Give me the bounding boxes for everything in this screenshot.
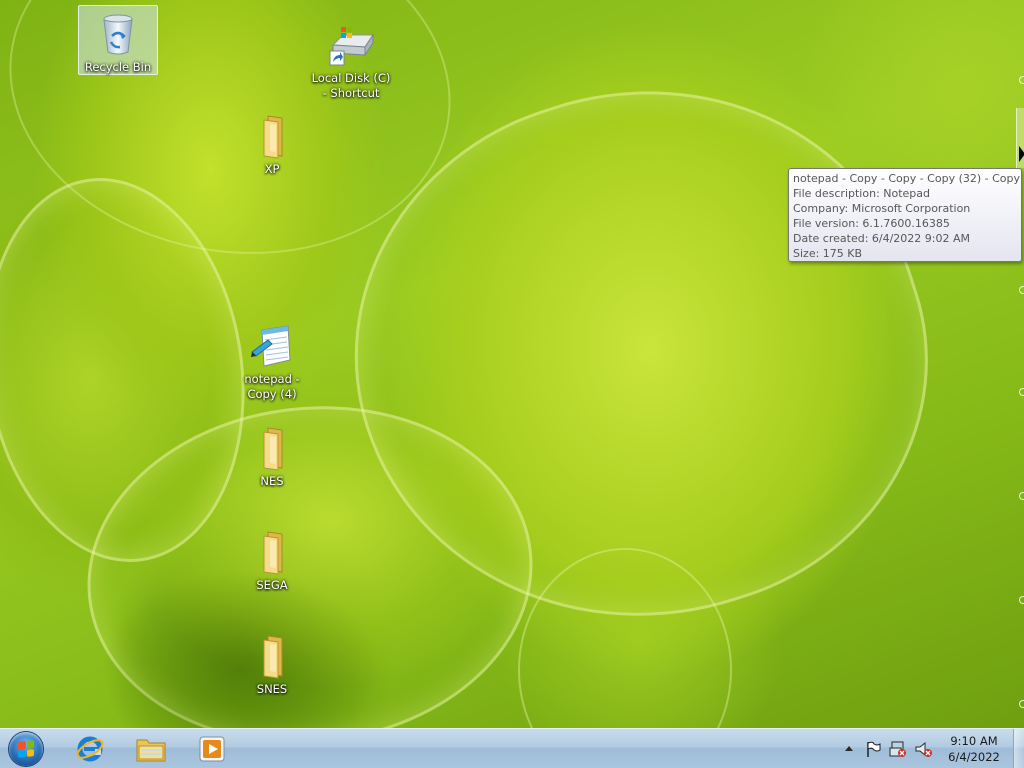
desktop-icon-label: SNES [256, 682, 288, 696]
action-center-flag-icon [867, 741, 881, 757]
desktop-icon-nes-folder[interactable]: NES [232, 420, 312, 489]
desktop-icon-label: NES [260, 474, 284, 488]
show-hidden-icons-button[interactable] [842, 741, 856, 755]
chevron-up-icon [845, 745, 853, 751]
network-icon [889, 741, 906, 757]
desktop-icon-local-disk-shortcut[interactable]: Local Disk (C) - Shortcut [311, 17, 391, 101]
system-clock[interactable]: 9:10 AM 6/4/2022 [944, 733, 1004, 765]
drive-shortcut-icon [327, 21, 375, 69]
network-button[interactable] [888, 740, 908, 758]
mouse-cursor [1019, 146, 1024, 162]
recycle-bin-icon [94, 10, 142, 58]
desktop-icon-notepad-copy[interactable]: notepad - Copy (4) [232, 318, 312, 402]
internet-explorer-icon [76, 736, 104, 762]
offscreen-icon-edge[interactable] [1019, 700, 1024, 708]
desktop-icon-label: XP [264, 162, 280, 176]
offscreen-icon-edge[interactable] [1019, 388, 1024, 396]
tooltip-file-name: notepad - Copy - Copy - Copy (32) - Copy [793, 172, 1021, 185]
desktop-icon-label: Local Disk (C) - Shortcut [311, 71, 391, 100]
desktop-icon-label: SEGA [256, 578, 288, 592]
volume-button[interactable] [914, 740, 934, 758]
media-player-icon [199, 736, 225, 762]
folder-icon [248, 632, 296, 680]
taskbar-internet-explorer[interactable] [63, 731, 117, 767]
notepad-icon [248, 322, 296, 370]
desktop-icon-snes-folder[interactable]: SNES [232, 628, 312, 697]
file-info-tooltip: notepad - Copy - Copy - Copy (32) - Copy… [788, 168, 1022, 262]
desktop-icon-recycle-bin[interactable]: Recycle Bin [78, 5, 158, 75]
tooltip-file-description: File description: Notepad [793, 187, 931, 200]
offscreen-icon-edge[interactable] [1019, 286, 1024, 294]
folder-icon [248, 424, 296, 472]
desktop-icon-label: Recycle Bin [84, 60, 152, 74]
clock-date: 6/4/2022 [948, 750, 1000, 764]
tooltip-company: Company: Microsoft Corporation [793, 202, 971, 215]
offscreen-icon-edge[interactable] [1019, 76, 1024, 84]
desktop-icon-label: notepad - Copy (4) [244, 372, 300, 401]
volume-muted-icon [915, 741, 932, 757]
offscreen-icon-edge[interactable] [1019, 596, 1024, 604]
taskbar: 9:10 AM 6/4/2022 [0, 728, 1024, 768]
tooltip-file-version: File version: 6.1.7600.16385 [793, 217, 950, 230]
desktop-icon-sega-folder[interactable]: SEGA [232, 524, 312, 593]
desktop-wallpaper[interactable] [0, 0, 1024, 728]
folder-icon [248, 528, 296, 576]
taskbar-media-player[interactable] [185, 731, 239, 767]
tooltip-date-created: Date created: 6/4/2022 9:02 AM [793, 232, 971, 245]
windows-explorer-icon [136, 739, 166, 762]
clock-time: 9:10 AM [950, 734, 998, 748]
offscreen-icon-edge[interactable] [1019, 492, 1024, 500]
action-center-button[interactable] [864, 740, 882, 758]
start-button[interactable] [6, 730, 46, 768]
show-desktop-button[interactable] [1013, 729, 1024, 768]
taskbar-windows-explorer[interactable] [124, 731, 178, 767]
start-orb-icon [9, 732, 43, 766]
desktop-icon-xp-folder[interactable]: XP [232, 108, 312, 177]
folder-icon [248, 112, 296, 160]
tooltip-size: Size: 175 KB [793, 247, 863, 260]
